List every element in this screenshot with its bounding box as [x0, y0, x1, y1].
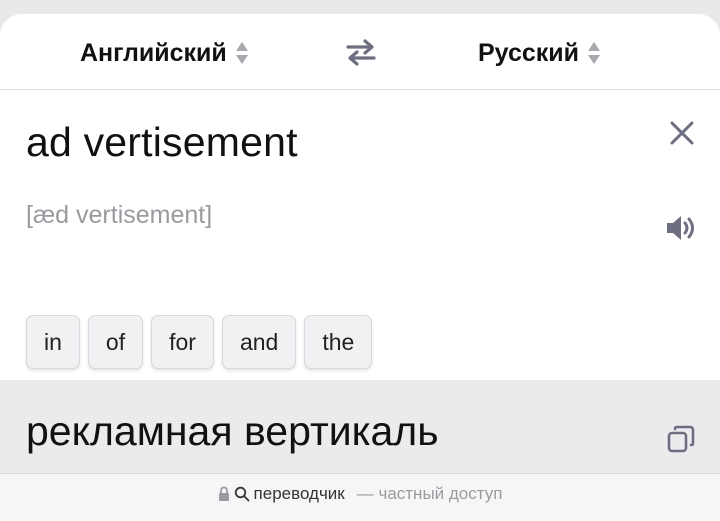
transcription: [æd vertisement] [26, 201, 213, 229]
target-language-label: Русский [478, 38, 580, 67]
search-icon [234, 486, 249, 502]
clear-button[interactable] [664, 115, 700, 151]
suggestion-chip[interactable]: in [26, 315, 80, 369]
swap-arrows-icon [346, 39, 376, 66]
word-suggestions: in of for and the [26, 315, 373, 369]
source-text[interactable]: ad vertisement [26, 119, 298, 166]
target-language-selector[interactable]: Русский [478, 34, 601, 72]
source-language-label: Английский [80, 38, 227, 67]
translation-area: рекламная вертикаль переводчик — частный… [0, 380, 720, 521]
source-input-area[interactable]: ad vertisement [æd vertisement] in of fo… [0, 91, 720, 381]
speaker-icon [667, 216, 694, 240]
suggestion-chip[interactable]: of [87, 315, 144, 369]
speak-button[interactable] [664, 212, 698, 244]
address-bar[interactable]: переводчик — частный доступ [0, 473, 720, 521]
source-language-selector[interactable]: Английский [80, 34, 249, 72]
copy-button[interactable] [666, 424, 696, 454]
suggestion-chip[interactable]: and [221, 315, 297, 369]
language-bar: Английский Русский [0, 14, 720, 90]
copy-icon [667, 425, 695, 453]
lock-icon [218, 486, 229, 501]
translation-text: рекламная вертикаль [26, 408, 439, 454]
close-icon [670, 121, 694, 145]
translator-app: Английский Русский ad vertisement [æd ve… [0, 14, 720, 521]
private-mode-note: — частный доступ [356, 484, 503, 503]
suggestion-chip[interactable]: the [304, 315, 373, 369]
sort-updown-icon [587, 40, 601, 66]
sort-updown-icon [235, 40, 249, 66]
swap-languages-button[interactable] [340, 34, 382, 70]
suggestion-chip[interactable]: for [151, 315, 214, 369]
address-bar-content: переводчик — частный доступ [218, 484, 503, 504]
address-host: переводчик [253, 484, 345, 503]
